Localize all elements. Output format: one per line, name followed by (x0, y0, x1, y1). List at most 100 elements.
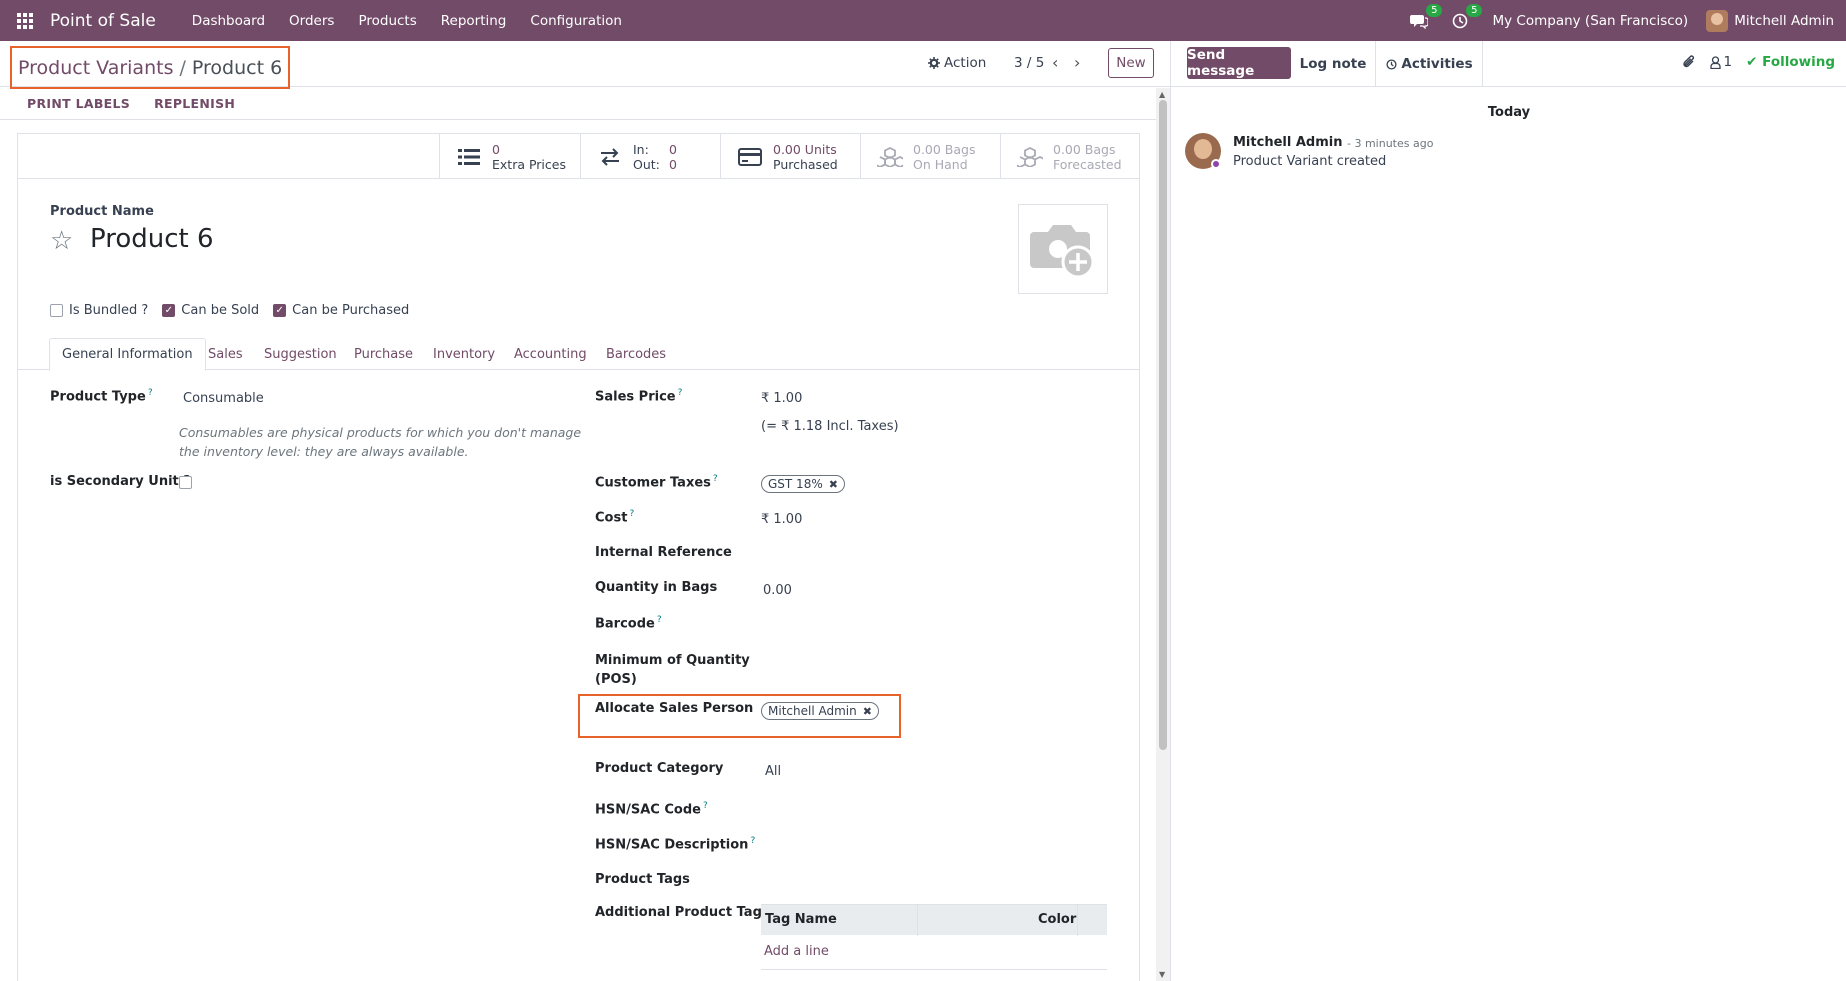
paperclip-icon[interactable] (1682, 54, 1696, 70)
smart-buttons: 0 Extra Prices In: 0 Out: 0 0.00 Units Purch… (18, 134, 1139, 179)
sales-price-label: Sales Price? (595, 388, 683, 405)
sales-price-field[interactable]: ₹ 1.00 (761, 391, 802, 406)
online-status-icon (1211, 159, 1221, 169)
tab-barcodes[interactable]: Barcodes (606, 338, 666, 370)
app-brand[interactable]: Point of Sale (50, 11, 156, 31)
send-message-button[interactable]: Send message (1187, 47, 1291, 79)
clock-icon (1386, 58, 1397, 70)
breadcrumb-separator: / (179, 56, 186, 79)
star-icon[interactable]: ☆ (50, 226, 73, 256)
menu-configuration[interactable]: Configuration (518, 13, 634, 29)
product-type-field[interactable]: Consumable (183, 391, 264, 406)
action-menu-button[interactable]: Action (928, 55, 986, 71)
sales-person-tag[interactable]: Mitchell Admin ✖ (761, 702, 879, 720)
main-menu: Dashboard Orders Products Reporting Conf… (180, 13, 634, 29)
following-label: Following (1762, 54, 1835, 70)
company-switcher[interactable]: My Company (San Francisco) (1492, 13, 1688, 29)
scroll-down-icon[interactable]: ▼ (1159, 970, 1165, 979)
credit-card-icon (737, 147, 763, 166)
navbar-systray: 5 5 My Company (San Francisco) Mitchell … (1410, 0, 1846, 41)
tab-general-information[interactable]: General Information (49, 338, 206, 371)
scrollbar-thumb[interactable] (1159, 100, 1167, 750)
activity-menu[interactable]: 5 (1452, 3, 1483, 29)
messages-badge: 5 (1426, 3, 1443, 17)
new-button[interactable]: New (1108, 48, 1154, 78)
can-be-sold-checkbox[interactable]: ✓ Can be Sold (162, 303, 259, 318)
product-category-field[interactable]: All (765, 764, 781, 779)
in-out-button[interactable]: In: 0 Out: 0 (580, 134, 720, 179)
menu-products[interactable]: Products (346, 13, 428, 29)
remove-tag-icon[interactable]: ✖ (829, 478, 838, 491)
scroll-up-icon[interactable]: ▲ (1159, 90, 1165, 99)
menu-dashboard[interactable]: Dashboard (180, 13, 277, 29)
quantity-in-bags-field[interactable]: 0.00 (763, 583, 792, 598)
replenish-button[interactable]: REPLENISH (154, 96, 235, 111)
can-be-purchased-checkbox[interactable]: ✓ Can be Purchased (273, 303, 409, 318)
in-value: 0 (669, 141, 677, 157)
message-time: - 3 minutes ago (1347, 137, 1434, 150)
exchange-icon (597, 147, 623, 166)
product-image-field[interactable] (1018, 204, 1108, 294)
secondary-unit-label: is Secondary Unit ? (50, 474, 191, 489)
form-header-buttons: PRINT LABELS REPLENISH (0, 88, 1170, 120)
tab-purchase[interactable]: Purchase (354, 338, 413, 370)
extra-prices-value: 0 (492, 141, 500, 157)
on-hand-button[interactable]: 0.00 Bags On Hand (860, 134, 1000, 179)
top-navbar: Point of Sale Dashboard Orders Products … (0, 0, 1846, 41)
apps-menu-icon[interactable] (0, 0, 50, 41)
add-a-line-link[interactable]: Add a line (764, 944, 829, 959)
can-be-purchased-label: Can be Purchased (292, 303, 410, 318)
on-hand-label: On Hand (913, 156, 968, 172)
following-button[interactable]: ✔ Following (1746, 54, 1835, 70)
product-tags-label: Product Tags (595, 872, 690, 887)
tab-accounting[interactable]: Accounting (514, 338, 587, 370)
extra-prices-button[interactable]: 0 Extra Prices (439, 134, 580, 179)
sales-price-incl-taxes: (= ₹ 1.18 Incl. Taxes) (761, 419, 899, 434)
menu-orders[interactable]: Orders (277, 13, 346, 29)
pager-previous-icon[interactable]: ‹ (1052, 53, 1058, 72)
is-bundled-checkbox[interactable]: Is Bundled ? (50, 303, 148, 318)
print-labels-button[interactable]: PRINT LABELS (27, 96, 130, 111)
followers-button[interactable]: 1 (1709, 54, 1732, 70)
purchased-button[interactable]: 0.00 Units Purchased (720, 134, 860, 179)
secondary-unit-checkbox[interactable] (179, 476, 192, 489)
internal-reference-label: Internal Reference (595, 545, 732, 560)
hsn-code-label: HSN/SAC Code? (595, 801, 708, 818)
tag-table-header: Tag Name Color (761, 904, 1107, 936)
form-scrollbar[interactable]: ▲ ▼ (1156, 88, 1170, 981)
date-separator: Today (1487, 105, 1531, 120)
breadcrumb-parent[interactable]: Product Variants (18, 57, 173, 79)
log-note-button[interactable]: Log note (1291, 41, 1376, 87)
remove-tag-icon[interactable]: ✖ (863, 705, 872, 718)
extra-prices-label: Extra Prices (492, 156, 566, 172)
allocate-sales-person-label: Allocate Sales Person (595, 701, 754, 716)
cost-field[interactable]: ₹ 1.00 (761, 512, 802, 527)
tab-suggestion[interactable]: Suggestion (264, 338, 337, 370)
user-icon (1709, 55, 1721, 69)
message-author[interactable]: Mitchell Admin (1233, 135, 1342, 150)
message-body: Product Variant created (1233, 154, 1387, 169)
product-name-field[interactable]: Product 6 (90, 224, 214, 254)
user-menu[interactable]: Mitchell Admin (1734, 13, 1834, 29)
chatter-panel: Send message Log note Activities 1 ✔ Fol… (1170, 41, 1846, 981)
tab-inventory[interactable]: Inventory (433, 338, 495, 370)
menu-reporting[interactable]: Reporting (429, 13, 519, 29)
activities-badge: 5 (1466, 3, 1483, 17)
pager-value[interactable]: 3 / 5 (1014, 55, 1044, 71)
tag-name-column[interactable]: Tag Name (765, 912, 837, 927)
additional-product-tag-label: Additional Product Tag (595, 905, 762, 920)
customer-taxes-label: Customer Taxes? (595, 474, 718, 491)
activities-button[interactable]: Activities (1377, 41, 1483, 87)
user-avatar[interactable] (1706, 9, 1729, 32)
in-label: In: (633, 141, 649, 157)
pager-next-icon[interactable]: › (1074, 53, 1080, 72)
tab-sales[interactable]: Sales (208, 338, 243, 370)
messaging-menu[interactable]: 5 (1410, 3, 1443, 29)
customer-tax-tag[interactable]: GST 18% ✖ (761, 475, 845, 493)
product-type-label: Product Type? (50, 388, 153, 405)
forecasted-button[interactable]: 0.00 Bags Forecasted (1000, 134, 1139, 179)
minimum-quantity-label: Minimum of Quantity (POS) (595, 653, 750, 687)
notebook-tabs: General Information Sales Suggestion Pur… (18, 338, 1139, 371)
list-icon (456, 148, 482, 166)
color-column[interactable]: Color (1038, 912, 1076, 927)
